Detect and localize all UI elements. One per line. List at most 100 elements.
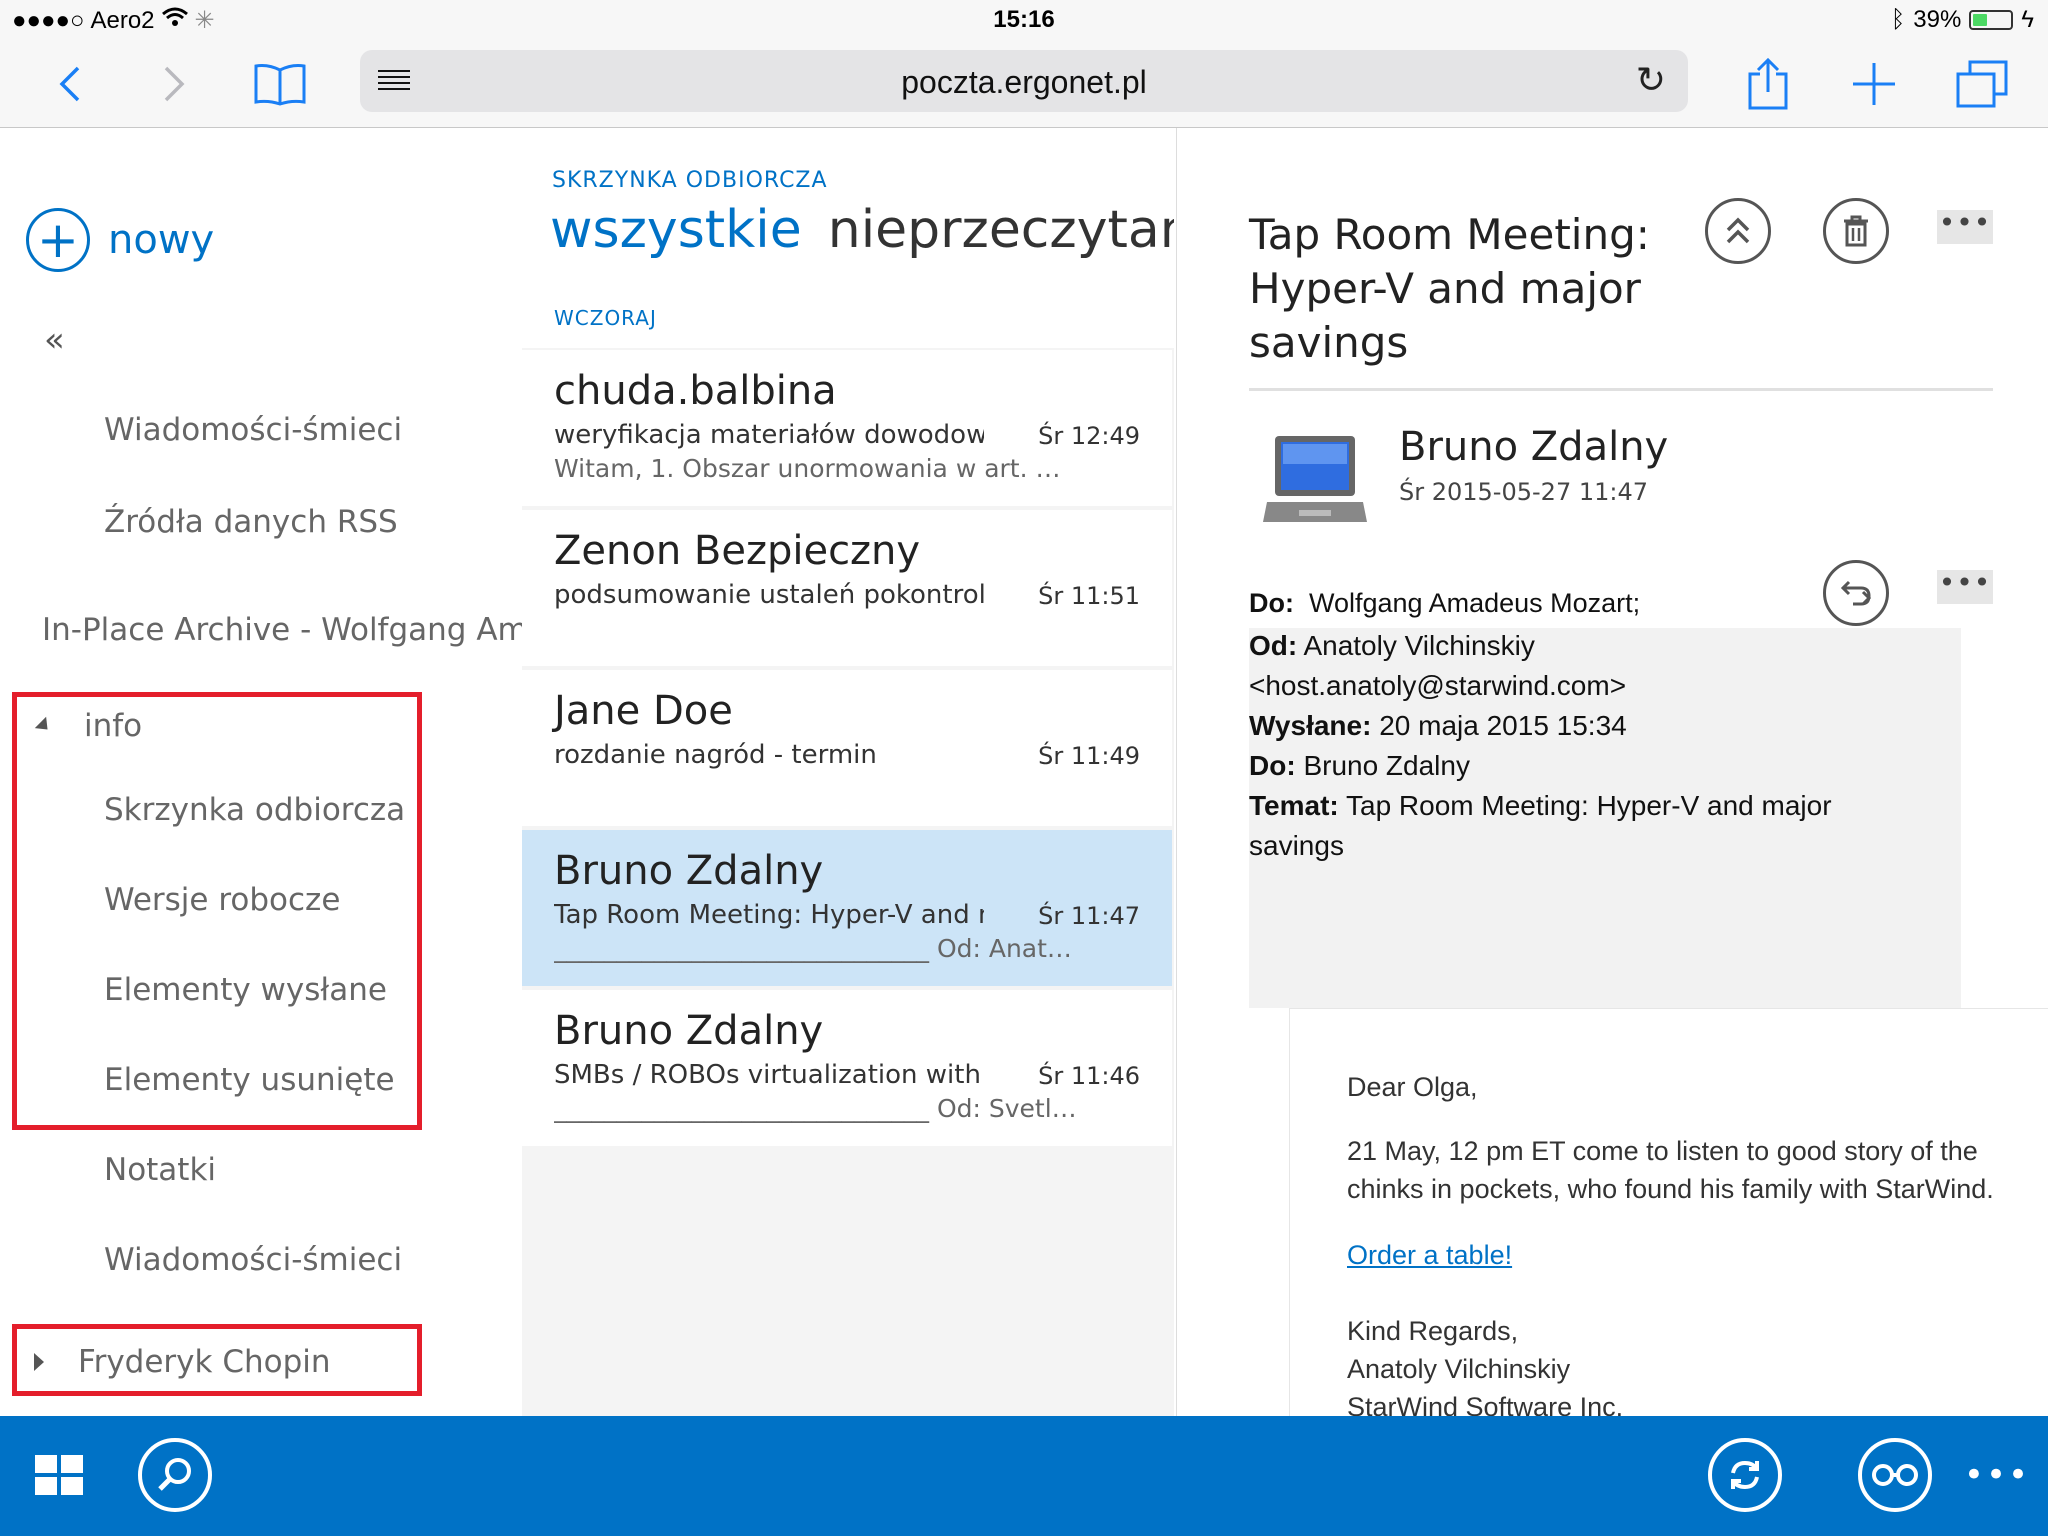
battery-percent: 39% [1913, 6, 1962, 33]
share-icon[interactable] [1738, 54, 1798, 114]
message-subject: SMBs / ROBOs virtualization with Hyper-V [554, 1060, 984, 1090]
folder-junk-top[interactable]: Wiadomości-śmieci [104, 412, 402, 448]
message-time: Śr 11:51 [1038, 582, 1140, 610]
expanded-triangle-icon [34, 716, 54, 736]
message-sender: Zenon Bezpieczny [554, 528, 921, 574]
body-signature-name: Anatoly Vilchinskiy [1347, 1354, 1571, 1384]
folder-notes[interactable]: Notatki [104, 1152, 216, 1188]
folder-junk[interactable]: Wiadomości-śmieci [104, 1242, 402, 1278]
message-sender: Bruno Zdalny [554, 848, 824, 894]
clock: 15:16 [993, 6, 1055, 33]
filter-all-tab[interactable]: wszystkie [550, 200, 802, 260]
more-actions-button[interactable]: ••• [1937, 209, 1993, 244]
folder-sent[interactable]: Elementy wysłane [104, 972, 387, 1008]
folder-deleted[interactable]: Elementy usunięte [104, 1062, 395, 1098]
message-preview: ______________________________ Od: Anat… [554, 934, 1072, 963]
to-label: Do: [1249, 750, 1296, 781]
message-sender: Bruno Zdalny [554, 1008, 824, 1054]
sender-name: Bruno Zdalny [1399, 424, 1669, 470]
reading-pane: Tap Room Meeting: Hyper-V and major savi… [1176, 128, 2048, 1416]
message-time: Śr 12:49 [1038, 422, 1140, 450]
message-item[interactable]: chuda.balbina weryfikacja materiałów dow… [522, 350, 1172, 506]
collapse-conversation-button[interactable] [1705, 198, 1771, 264]
bluetooth-icon: ᛒ [1890, 6, 1906, 33]
delete-button[interactable] [1823, 198, 1889, 264]
to-label: Do: [1249, 588, 1294, 618]
apps-icon[interactable] [22, 1438, 96, 1512]
to-value: Bruno Zdalny [1303, 750, 1470, 781]
body-signature-company: StarWind Software Inc. [1347, 1392, 1624, 1416]
body-paragraph: 21 May, 12 pm ET come to listen to good … [1347, 1136, 1994, 1204]
sent-date: Śr 2015-05-27 11:47 [1399, 478, 1648, 506]
message-subject: rozdanie nagród - termin [554, 740, 877, 770]
group-info-label: info [84, 708, 143, 744]
message-preview: Witam, 1. Obszar unormowania w art. … [554, 454, 1061, 483]
charging-icon: ϟ [2021, 6, 2034, 33]
folder-pane: + nowy « Wiadomości-śmieci Źródła danych… [0, 128, 522, 1416]
order-table-link[interactable]: Order a table! [1347, 1240, 1512, 1270]
tabs-icon[interactable] [1952, 54, 2012, 114]
message-subject: podsumowanie ustaleń pokontrolnych [554, 580, 984, 610]
sync-icon[interactable] [1708, 1438, 1782, 1512]
reply-button[interactable] [1823, 560, 1889, 626]
laptop-avatar-icon [1263, 436, 1367, 522]
reload-icon[interactable]: ↻ [1636, 60, 1666, 101]
folder-drafts[interactable]: Wersje robocze [104, 882, 340, 918]
back-icon[interactable] [40, 54, 100, 114]
message-list-pane: SKRZYNKA ODBIORCZA wszystkie nieprzeczyta… [522, 128, 1174, 1416]
collapsed-triangle-icon [34, 1353, 44, 1371]
inbox-title: SKRZYNKA ODBIORCZA [552, 168, 828, 193]
reply-icon [1840, 580, 1872, 606]
message-item[interactable]: Bruno Zdalny SMBs / ROBOs virtualization… [522, 990, 1172, 1146]
bookmarks-icon[interactable] [250, 54, 310, 114]
plus-icon: + [26, 208, 90, 272]
reading-subject: Tap Room Meeting: Hyper-V and major savi… [1249, 210, 1650, 367]
status-bar: ●●●●○ Aero2 ✳ 15:16 ᛒ 39% ϟ [0, 0, 2048, 40]
new-message-button[interactable]: + nowy [26, 208, 214, 272]
message-time: Śr 11:49 [1038, 742, 1140, 770]
message-sender: chuda.balbina [554, 368, 837, 414]
message-list-header: SKRZYNKA ODBIORCZA wszystkie nieprzeczyta… [522, 128, 1174, 348]
new-tab-icon[interactable] [1844, 54, 1904, 114]
forward-icon[interactable] [144, 54, 204, 114]
subject-divider [1249, 388, 1993, 391]
date-group-label: WCZORAJ [554, 306, 657, 330]
sent-label: Wysłane: [1249, 710, 1372, 741]
forwarded-headers: Od: Anatoly Vilchinskiy <host.anatoly@st… [1249, 626, 1889, 866]
new-message-label: nowy [108, 217, 215, 263]
from-value: Anatoly Vilchinskiy <host.anatoly@starwi… [1249, 630, 1627, 701]
filter-unread-tab[interactable]: nieprzeczytane [828, 200, 1174, 260]
message-time: Śr 11:47 [1038, 902, 1140, 930]
sent-value: 20 maja 2015 15:34 [1379, 710, 1627, 741]
battery-icon [1969, 10, 2014, 30]
folder-archive[interactable]: In-Place Archive - Wolfgang Amadeus Moza… [42, 612, 522, 648]
folder-inbox[interactable]: Skrzynka odbiorcza [104, 792, 405, 828]
message-item[interactable]: Jane Doe rozdanie nagród - termin Śr 11:… [522, 670, 1172, 826]
more-icon[interactable]: ••• [1960, 1438, 2034, 1512]
body-greeting: Dear Olga, [1347, 1072, 1478, 1102]
message-subject: weryfikacja materiałów dowodowych [554, 420, 984, 450]
group-chopin-label: Fryderyk Chopin [78, 1344, 331, 1380]
body-regards: Kind Regards, [1347, 1316, 1519, 1346]
subject-label: Temat: [1249, 790, 1339, 821]
message-sender: Jane Doe [554, 688, 733, 734]
group-chopin[interactable]: Fryderyk Chopin [34, 1344, 331, 1380]
search-icon[interactable] [138, 1438, 212, 1512]
group-info[interactable]: info [34, 708, 143, 744]
double-chevron-up-icon [1726, 217, 1750, 244]
reading-glasses-icon[interactable] [1858, 1438, 1932, 1512]
message-item[interactable]: Zenon Bezpieczny podsumowanie ustaleń po… [522, 510, 1172, 666]
to-value: Wolfgang Amadeus Mozart; [1309, 588, 1641, 618]
trash-icon [1844, 215, 1868, 247]
url-text: poczta.ergonet.pl [901, 64, 1147, 100]
collapse-pane-icon[interactable]: « [44, 320, 65, 360]
message-subject: Tap Room Meeting: Hyper-V and major savi… [554, 900, 984, 930]
message-item-selected[interactable]: Bruno Zdalny Tap Room Meeting: Hyper-V a… [522, 830, 1172, 986]
address-bar[interactable]: poczta.ergonet.pl ↻ [360, 50, 1688, 112]
from-label: Od: [1249, 630, 1298, 661]
folder-rss[interactable]: Źródła danych RSS [104, 504, 398, 540]
reply-more-button[interactable]: ••• [1937, 569, 1993, 604]
message-time: Śr 11:46 [1038, 1062, 1140, 1090]
bottom-app-bar: ••• [0, 1416, 2048, 1536]
to-recipient-line: Do: Wolfgang Amadeus Mozart; [1249, 588, 1640, 619]
